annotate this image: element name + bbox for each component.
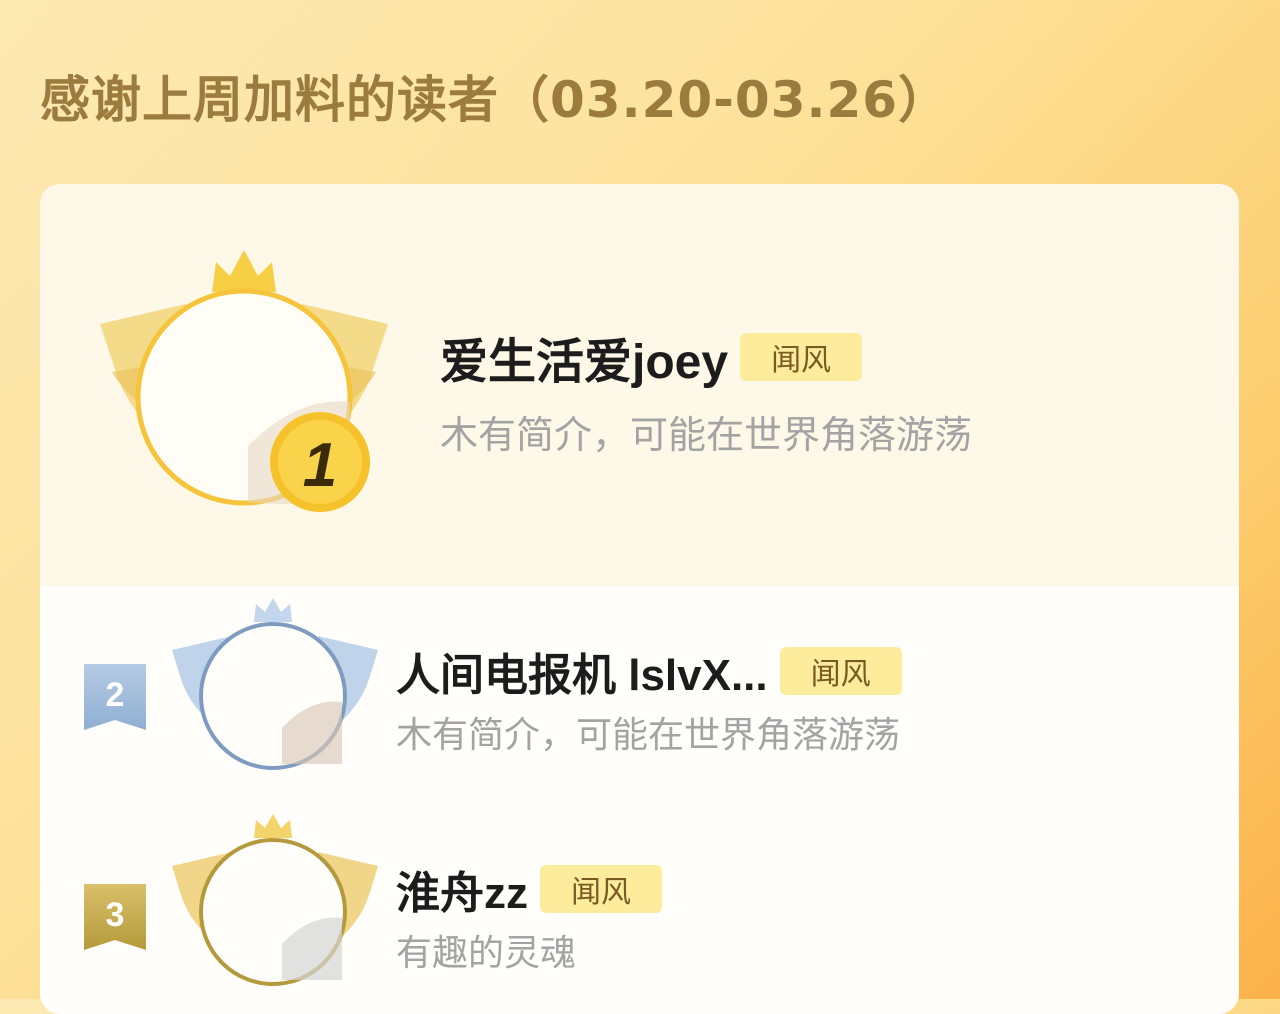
reader-1-name[interactable]: 爱生活爱joey xyxy=(440,322,728,392)
crown-icon xyxy=(254,598,292,622)
crown-icon xyxy=(254,814,292,838)
reader-1-tag: 闻风 xyxy=(740,333,863,381)
reader-2-avatar[interactable] xyxy=(170,598,380,773)
reader-3-bio: 有趣的灵魂 xyxy=(396,933,577,974)
reader-2-name-row: 人间电报机 lslvX... 闻风 xyxy=(396,646,902,700)
reader-3-name-row: 淮舟zz 闻风 xyxy=(396,864,662,918)
reader-3-tag: 闻风 xyxy=(540,865,662,913)
reader-2-tag: 闻风 xyxy=(779,647,902,695)
page-title: 感谢上周加料的读者（03.20-03.26） xyxy=(40,71,950,129)
reader-3-avatar[interactable] xyxy=(170,814,380,989)
crown-icon xyxy=(212,250,276,292)
svg-text:3: 3 xyxy=(106,896,125,934)
rank-3-badge: 3 xyxy=(84,884,146,950)
reader-2-name[interactable]: 人间电报机 lslvX... xyxy=(396,639,768,703)
reader-ranking-card: 1 爱生活爱joey 闻风 木有简介，可能在世界角落游荡 2 人间电报机 lsl… xyxy=(40,184,1239,1014)
reader-1-name-row: 爱生活爱joey 闻风 xyxy=(440,330,863,389)
reader-3-name[interactable]: 淮舟zz xyxy=(396,857,528,921)
svg-text:2: 2 xyxy=(106,676,125,714)
reader-2-bio: 木有简介，可能在世界角落游荡 xyxy=(396,715,901,756)
reader-1-avatar[interactable]: 1 xyxy=(98,246,390,516)
rank-1-number: 1 xyxy=(303,431,337,500)
reader-1-bio: 木有简介，可能在世界角落游荡 xyxy=(440,413,973,457)
rank-2-badge: 2 xyxy=(84,664,146,730)
